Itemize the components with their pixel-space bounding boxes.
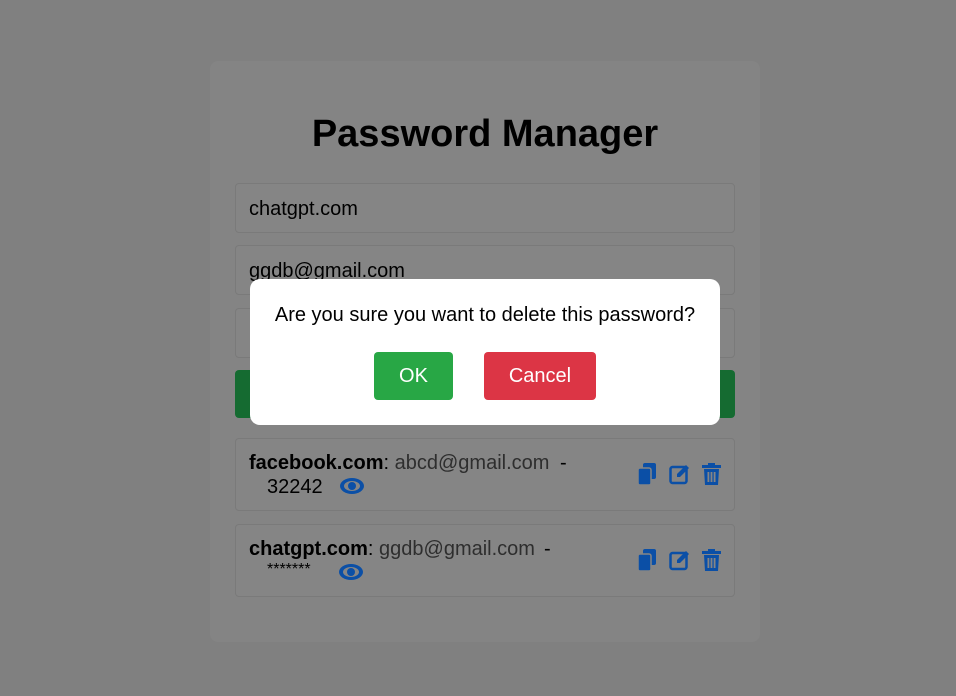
- cancel-button[interactable]: Cancel: [484, 352, 596, 400]
- trash-icon[interactable]: [701, 462, 722, 486]
- eye-icon[interactable]: [338, 561, 364, 583]
- entry-line: facebook.com: abcd@gmail.com: [249, 452, 549, 475]
- edit-icon[interactable]: [669, 548, 690, 572]
- copy-icon[interactable]: [637, 548, 658, 572]
- entry-email: abcd@gmail.com: [394, 452, 550, 474]
- entry-actions: [637, 462, 722, 486]
- page-title: Password Manager: [311, 113, 659, 155]
- entry-site: chatgpt.com: [249, 538, 368, 560]
- copy-icon[interactable]: [637, 462, 658, 486]
- website-input[interactable]: chatgpt.com: [235, 183, 735, 233]
- password-entry: chatgpt.com: ggdb@gmail.com - *******: [235, 524, 735, 597]
- ok-button[interactable]: OK: [374, 352, 453, 400]
- password-entry: facebook.com: abcd@gmail.com - 32242: [235, 438, 735, 511]
- entry-colon: :: [383, 452, 395, 474]
- dialog-message: Are you sure you want to delete this pas…: [274, 304, 696, 326]
- edit-icon[interactable]: [669, 462, 690, 486]
- delete-confirm-dialog: Are you sure you want to delete this pas…: [250, 279, 720, 425]
- entry-site: facebook.com: [249, 452, 384, 474]
- entry-separator: -: [560, 452, 567, 474]
- entry-actions: [637, 548, 722, 572]
- entry-email: ggdb@gmail.com: [379, 538, 535, 560]
- entry-separator: -: [544, 538, 551, 560]
- entry-colon: :: [367, 538, 380, 560]
- entry-password: 32242: [267, 476, 323, 498]
- entry-password: *******: [267, 561, 311, 578]
- entry-line: chatgpt.com: ggdb@gmail.com: [249, 538, 535, 561]
- trash-icon[interactable]: [701, 548, 722, 572]
- eye-icon[interactable]: [339, 475, 365, 497]
